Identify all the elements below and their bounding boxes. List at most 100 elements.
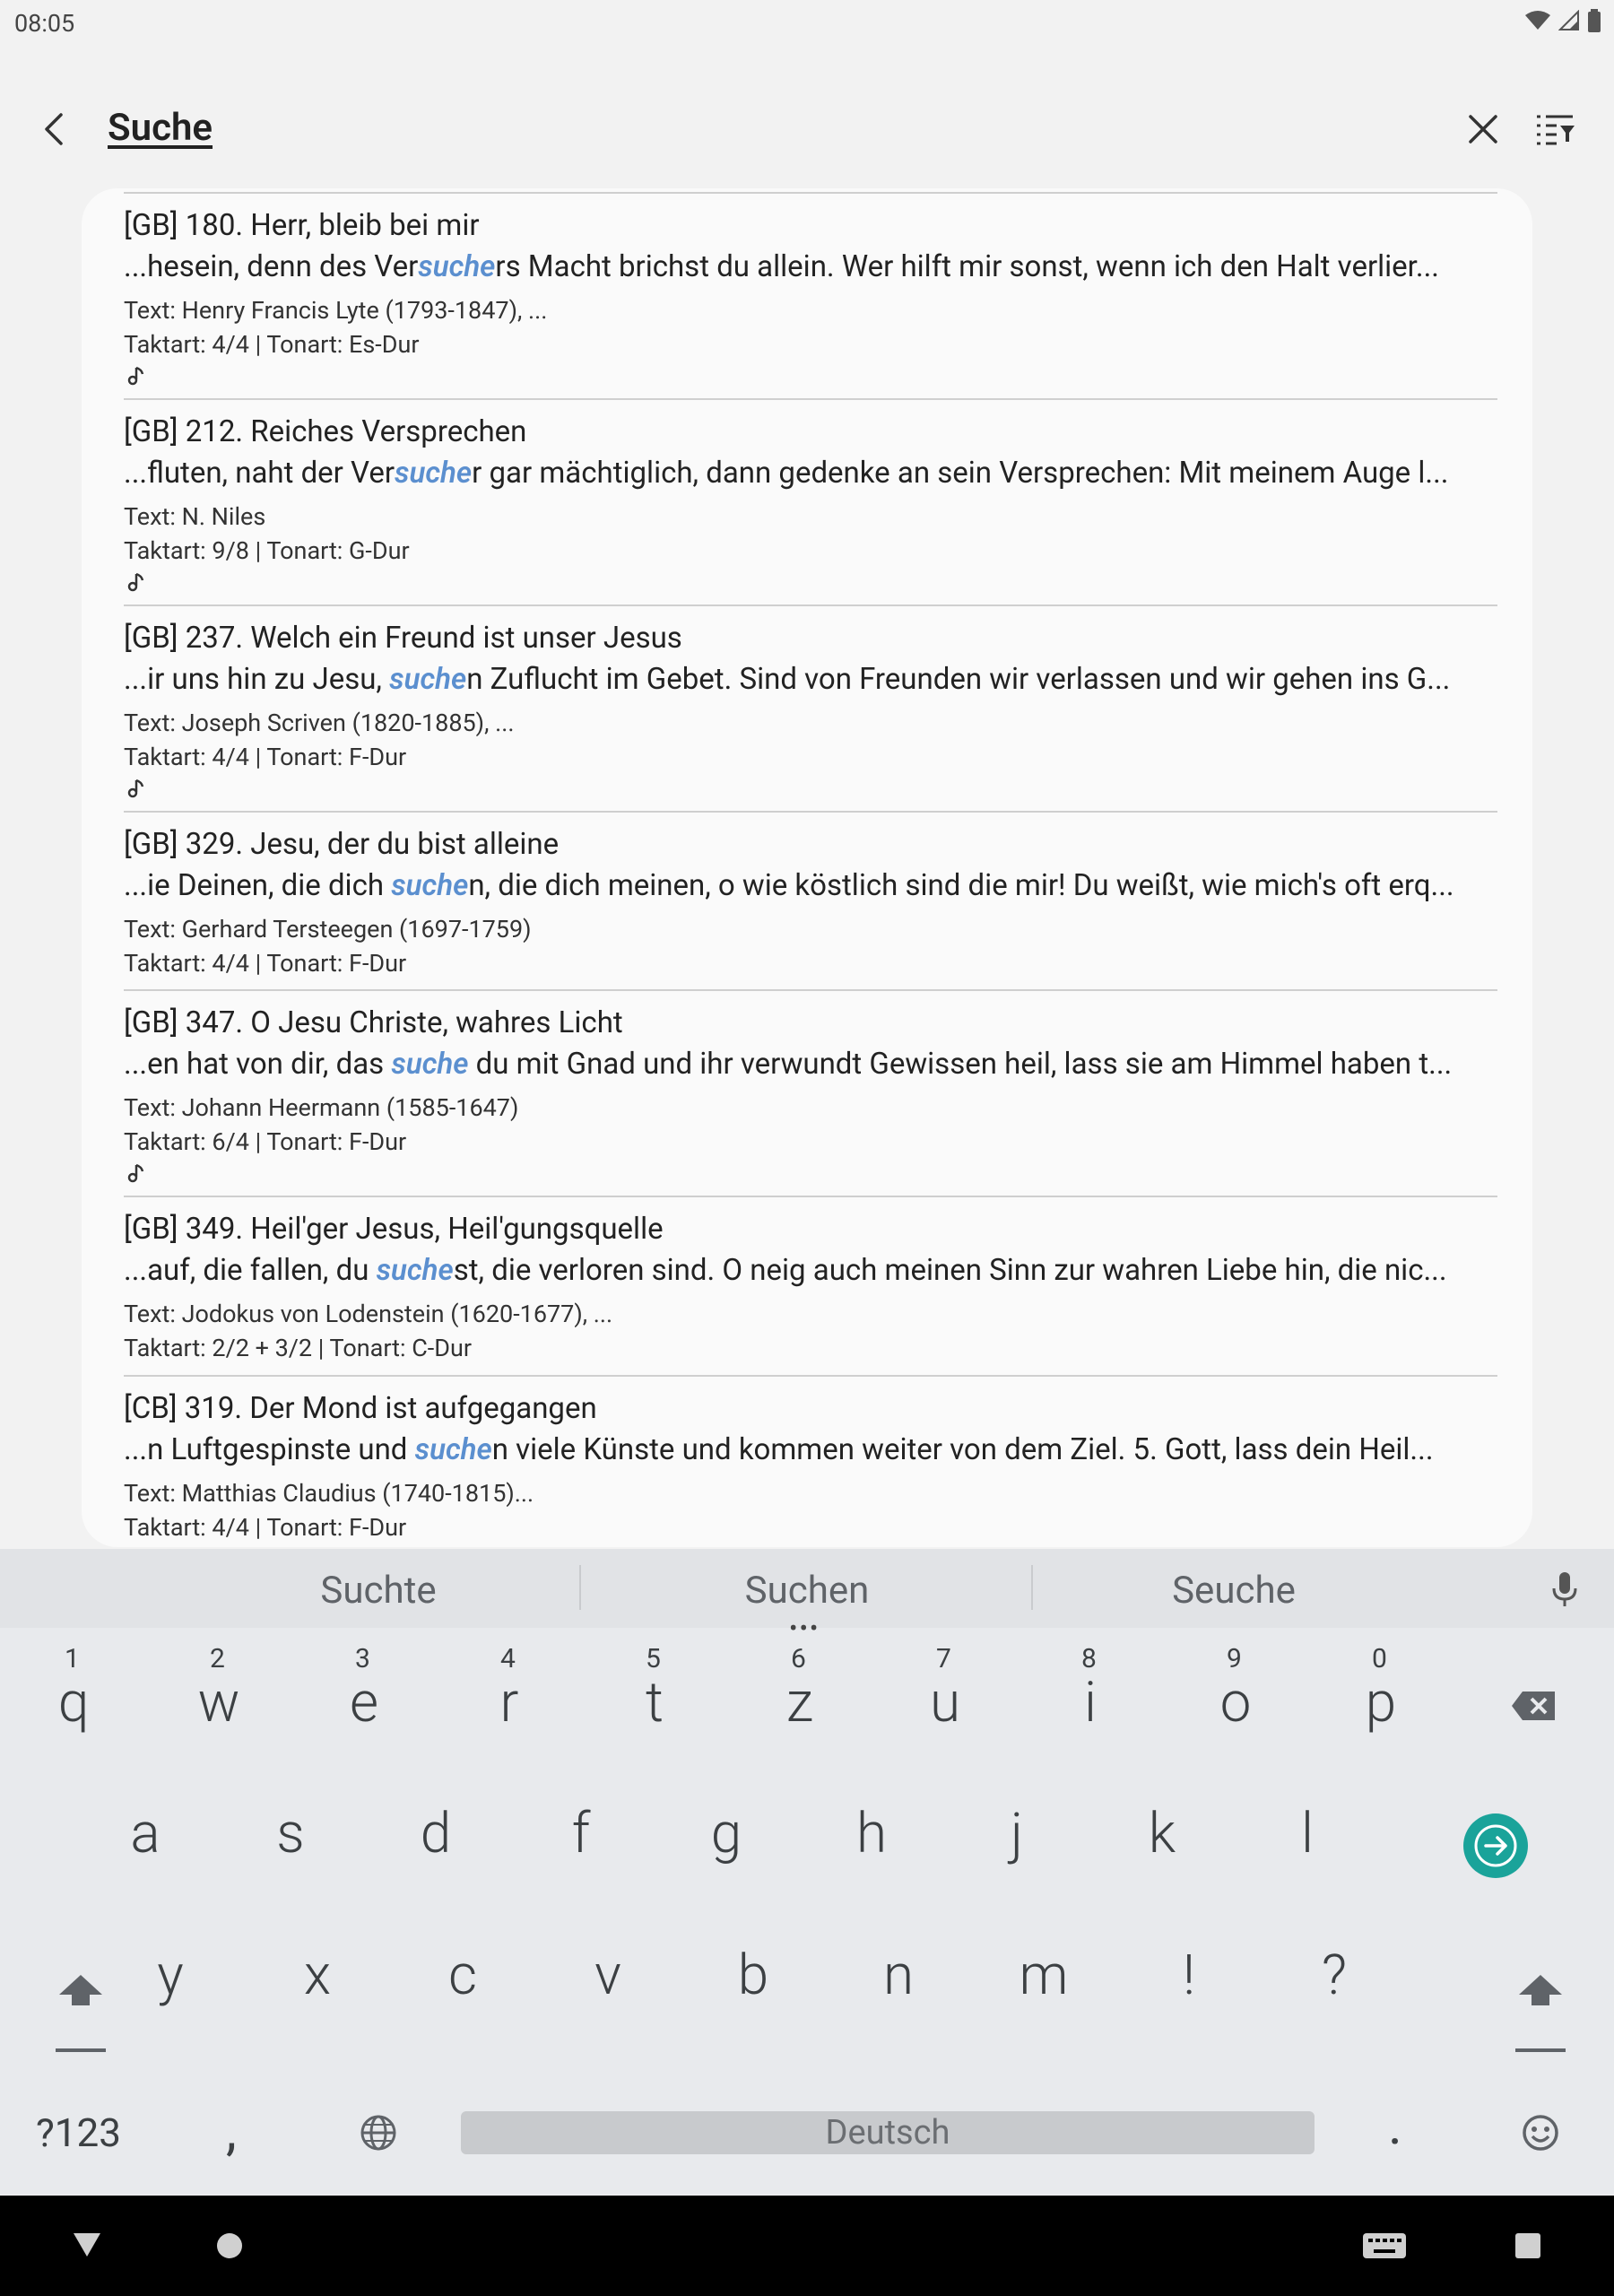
nav-recents-icon[interactable] <box>1514 2231 1542 2260</box>
key-o[interactable]: 9o <box>1173 1643 1298 1769</box>
back-arrow-icon[interactable] <box>36 109 75 149</box>
key-v[interactable]: v <box>545 1943 671 2068</box>
key-label: e <box>349 1670 379 1735</box>
key-k[interactable]: k <box>1099 1801 1225 1926</box>
result-snippet: ...en hat von dir, das suche du mit Gnad… <box>124 1047 1453 1082</box>
result-snippet: ...hesein, denn des Versuchers Macht bri… <box>124 249 1439 284</box>
key-f[interactable]: f <box>518 1801 644 1926</box>
shift-left-icon[interactable] <box>56 1970 106 2052</box>
key-label: p <box>1365 1670 1397 1735</box>
key-p[interactable]: 0p <box>1318 1643 1444 1769</box>
key-u[interactable]: 7u <box>882 1643 1008 1769</box>
key-g[interactable]: g <box>664 1801 789 1926</box>
search-highlight: suche <box>395 456 473 491</box>
result-item[interactable]: [GB] 349. Heil'ger Jesus, Heil'gungsquel… <box>124 1196 1497 1377</box>
key-label: q <box>57 1670 90 1735</box>
period-key[interactable]: . <box>1388 2093 1402 2157</box>
key-n[interactable]: n <box>836 1943 961 2068</box>
key-e[interactable]: 3e <box>301 1643 427 1769</box>
key-b[interactable]: b <box>690 1943 816 2068</box>
key-d[interactable]: d <box>373 1801 499 1926</box>
key-label: m <box>1019 1943 1069 2008</box>
emoji-icon[interactable] <box>1521 2113 1560 2152</box>
key-h[interactable]: h <box>809 1801 934 1926</box>
key-a[interactable]: a <box>82 1801 208 1926</box>
key-label: y <box>157 1943 184 2008</box>
key-x[interactable]: x <box>255 1943 380 2068</box>
key-label: v <box>594 1943 621 2008</box>
key-r[interactable]: 4r <box>447 1643 572 1769</box>
arrow-right-icon <box>1474 1824 1517 1867</box>
key-question[interactable]: ? <box>1271 1943 1397 2068</box>
key-exclamation[interactable]: ! <box>1126 1943 1252 2068</box>
result-meta: Taktart: 2/2 + 3/2 | Tonart: C-Dur <box>124 1334 473 1362</box>
key-label: d <box>420 1801 452 1866</box>
result-meta: Taktart: 4/4 | Tonart: F-Dur <box>124 949 407 978</box>
key-label: c <box>448 1943 477 2008</box>
battery-icon <box>1588 9 1601 32</box>
key-q[interactable]: 1q <box>11 1643 136 1769</box>
key-c[interactable]: c <box>400 1943 525 2068</box>
key-i[interactable]: 8i <box>1028 1643 1153 1769</box>
result-item[interactable]: [GB] 212. Reiches Versprechen ...fluten, … <box>124 398 1497 606</box>
key-l[interactable]: l <box>1245 1801 1370 1926</box>
result-item[interactable]: [GB] 329. Jesu, der du bist alleine ...ie… <box>124 811 1497 991</box>
close-icon[interactable] <box>1462 108 1505 151</box>
suggestion-divider <box>1031 1565 1033 1610</box>
filter-list-icon[interactable] <box>1533 108 1578 151</box>
key-y[interactable]: y <box>108 1943 233 2068</box>
key-t[interactable]: 5t <box>592 1643 717 1769</box>
key-j[interactable]: j <box>954 1801 1080 1926</box>
key-label: f <box>571 1801 591 1866</box>
result-snippet: ...ie Deinen, die dich suchen, die dich … <box>124 868 1454 903</box>
key-label: l <box>1301 1801 1314 1866</box>
key-label: w <box>197 1670 240 1735</box>
result-author: Text: Joseph Scriven (1820-1885), ... <box>124 709 515 737</box>
result-item[interactable]: [GB] 347. O Jesu Christe, wahres Licht..… <box>124 989 1497 1197</box>
result-title: [GB] 329. Jesu, der du bist alleine <box>124 827 560 862</box>
key-z[interactable]: 6z <box>737 1643 863 1769</box>
microphone-icon[interactable] <box>1551 1570 1578 1608</box>
wifi-icon <box>1525 11 1550 30</box>
result-item[interactable]: [GB] 180. Herr, bleib bei mir ...hesein, … <box>124 192 1497 400</box>
more-suggestions-dots[interactable]: ••• <box>789 1613 820 1643</box>
result-title: [GB] 180. Herr, bleib bei mir <box>124 208 480 243</box>
symbols-key[interactable]: ?123 <box>36 2109 121 2156</box>
key-label: i <box>1084 1670 1097 1735</box>
nav-back-icon[interactable] <box>72 2231 102 2258</box>
enter-button[interactable] <box>1463 1813 1528 1878</box>
suggestion-1[interactable]: Suchte <box>199 1569 558 1613</box>
key-label: n <box>882 1943 915 2008</box>
page-title[interactable]: Suche <box>108 106 213 150</box>
music-note-icon <box>127 778 144 798</box>
result-title: [GB] 349. Heil'ger Jesus, Heil'gungsquel… <box>124 1212 664 1247</box>
key-w[interactable]: 2w <box>156 1643 282 1769</box>
result-author: Text: N. Niles <box>124 502 266 531</box>
app-bar: Suche <box>0 90 1614 170</box>
result-snippet: ...fluten, naht der Versucher gar mächti… <box>124 456 1449 491</box>
search-highlight: suche <box>389 662 467 697</box>
key-m[interactable]: m <box>981 1943 1106 2068</box>
suggestion-3[interactable]: Seuche <box>1054 1569 1413 1613</box>
keyboard-switch-icon[interactable] <box>1363 2231 1406 2260</box>
result-snippet: ...auf, die fallen, du suchest, die verl… <box>124 1253 1447 1288</box>
comma-key[interactable]: , <box>226 2099 237 2162</box>
key-label: x <box>303 1943 332 2008</box>
status-time: 08:05 <box>14 9 75 38</box>
suggestion-2[interactable]: Suchen <box>628 1569 986 1613</box>
nav-home-icon[interactable] <box>215 2231 244 2260</box>
backspace-icon[interactable] <box>1510 1690 1557 1722</box>
navigation-bar <box>0 2196 1614 2296</box>
result-item[interactable]: [GB] 237. Welch ein Freund ist unser Jes… <box>124 604 1497 813</box>
result-item[interactable]: [CB] 319. Der Mond ist aufgegangen ...n L… <box>124 1375 1497 1547</box>
key-label: g <box>710 1801 742 1866</box>
shift-right-icon[interactable] <box>1515 1970 1566 2052</box>
key-s[interactable]: s <box>228 1801 353 1926</box>
space-bar[interactable]: Deutsch <box>461 2111 1315 2154</box>
key-label: ? <box>1321 1943 1348 2008</box>
result-snippet: ...ir uns hin zu Jesu, suchen Zuflucht i… <box>124 662 1451 697</box>
globe-icon[interactable] <box>359 2113 398 2152</box>
result-author: Text: Gerhard Tersteegen (1697-1759) <box>124 915 532 944</box>
status-icons <box>1524 9 1601 32</box>
signal-icon <box>1558 10 1579 30</box>
